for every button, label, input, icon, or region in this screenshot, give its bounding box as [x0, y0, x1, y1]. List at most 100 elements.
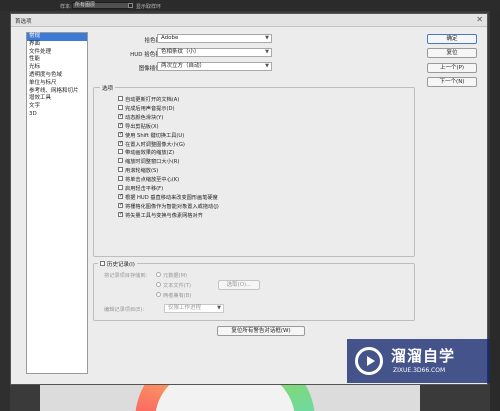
option-row[interactable]: 用滚轮缩放(S)	[118, 167, 158, 175]
category-item[interactable]: 界面	[27, 41, 87, 49]
ok-button[interactable]: 确定	[427, 34, 477, 44]
category-list: 常规 界面 文件处理 性能 光标 透明度与色域 单位与标尺 参考线、网格和切片 增效工具 文字 3D	[26, 32, 88, 374]
option-row[interactable]: ✓ 将栅格化图像作为智能对象置入或拖动(J)	[118, 202, 219, 211]
checkbox-checked-icon[interactable]: ✓	[118, 122, 123, 128]
checkbox-icon[interactable]	[118, 158, 123, 164]
close-icon[interactable]: ✕	[476, 15, 483, 24]
next-button[interactable]: 下一个(N)	[427, 77, 477, 87]
options-group-title: 选项	[100, 84, 116, 92]
radio-textfile-label: 文本文件(T)	[163, 283, 191, 289]
option-row[interactable]: 自动更新打开的文档(A)	[118, 96, 179, 104]
dialog-title: 首选项	[15, 19, 32, 25]
option-label: 使用 Shift 键切换工具(U)	[125, 132, 185, 139]
option-row[interactable]: 完成后用声音提示(D)	[118, 104, 175, 113]
checkbox-icon[interactable]	[118, 185, 123, 190]
interpolation-value: 两次立方（自动）	[161, 63, 206, 69]
options-list: 自动更新打开的文档(A) 完成后用声音提示(D) ✓ 动态颜色滑块(Y) ✓ 导出剪贴板(…	[118, 96, 408, 256]
checkbox-checked-icon[interactable]: ✓	[118, 202, 123, 208]
option-label: 缩放时调整窗口大小(R)	[125, 159, 180, 166]
option-label: 带动画效果的缩放(Z)	[125, 150, 175, 157]
option-label: 将单击点缩放至中心(K)	[125, 177, 180, 184]
option-row[interactable]: ✓ 导出剪贴板(X)	[118, 122, 159, 131]
photoshop-panel-strip	[490, 11, 500, 411]
checkbox-checked-icon[interactable]: ✓	[118, 211, 123, 217]
previous-button[interactable]: 上一个(P)	[427, 63, 477, 73]
sample-label: 样本:	[60, 4, 72, 10]
chevron-down-icon: ▼	[217, 305, 221, 311]
chevron-down-icon: ▼	[265, 63, 269, 69]
options-group: 选项 自动更新打开的文档(A) 完成后用声音提示(D) ✓ 动态颜色滑块(Y) ✓ 导出剪…	[93, 84, 415, 257]
watermark-badge: 溜溜自学 ZIXUE.3D66.COM	[347, 339, 490, 383]
checkbox-checked-icon[interactable]: ✓	[118, 113, 123, 119]
sample-dropdown[interactable]: 所有图层	[72, 2, 130, 9]
photoshop-toolbar	[0, 11, 10, 411]
chevron-down-icon: ▼	[265, 35, 269, 41]
option-label: 用滚轮缩放(S)	[125, 168, 159, 175]
show-ring-checkbox[interactable]	[128, 3, 133, 8]
category-item[interactable]: 3D	[27, 111, 87, 119]
interpolation-select[interactable]: 两次立方（自动） ▼	[157, 62, 272, 71]
option-row[interactable]: 将单击点缩放至中心(K)	[118, 176, 179, 184]
checkbox-icon[interactable]	[118, 149, 123, 155]
reset-button[interactable]: 复位	[427, 48, 477, 58]
option-label: 完成后用声音提示(D)	[125, 105, 175, 112]
category-item[interactable]: 常规	[27, 33, 87, 41]
radio-metadata[interactable]: 元数据(M)	[156, 272, 187, 279]
option-label: 将栅格化图像作为智能对象置入或拖动(J)	[125, 203, 219, 210]
save-to-label: 将记录项目存储到:	[104, 273, 148, 279]
radio-icon	[156, 282, 161, 287]
watermark-url: ZIXUE.3D66.COM	[393, 367, 446, 374]
play-logo-icon	[355, 347, 383, 375]
choose-file-button[interactable]: 选取(O)...	[218, 280, 260, 290]
category-item[interactable]: 单位与标尺	[27, 80, 87, 88]
checkbox-checked-icon[interactable]: ✓	[118, 193, 123, 199]
checkbox-checked-icon[interactable]: ✓	[118, 140, 123, 146]
option-row[interactable]: ✓ 动态颜色滑块(Y)	[118, 113, 164, 122]
radio-textfile[interactable]: 文本文件(T)	[156, 282, 191, 289]
watermark-title: 溜溜自学	[391, 347, 456, 365]
option-label: 根据 HUD 垂直移动来改变圆形画笔硬度	[125, 194, 218, 201]
checkbox-checked-icon[interactable]: ✓	[118, 131, 123, 137]
checkbox-icon[interactable]	[118, 104, 123, 110]
option-row[interactable]: 启用轻击平移(F)	[118, 185, 163, 193]
option-label: 在置入时调整图像大小(G)	[125, 141, 185, 148]
color-picker-select[interactable]: Adobe ▼	[157, 34, 272, 43]
radio-metadata-label: 元数据(M)	[163, 273, 188, 279]
reset-warnings-button[interactable]: 复位所有警告对话框(W)	[217, 326, 305, 336]
chevron-down-icon: ▼	[265, 49, 269, 55]
edit-log-value: 仅限工作进程	[168, 305, 202, 311]
history-title: 历史记录(I)	[107, 262, 135, 268]
edit-log-select[interactable]: 仅限工作进程 ▼	[164, 304, 224, 313]
checkbox-icon[interactable]	[118, 96, 123, 101]
category-item[interactable]: 增效工具	[27, 95, 87, 103]
option-label: 动态颜色滑块(Y)	[125, 114, 164, 121]
hud-picker-value: 色相条纹（小）	[161, 49, 200, 55]
preferences-dialog: 首选项 ✕ 常规 界面 文件处理 性能 光标 透明度与色域 单位与标尺 参考线、网格和切片 增效…	[10, 13, 488, 385]
radio-both[interactable]: 两者兼有(B)	[156, 292, 191, 299]
option-row[interactable]: ✓ 根据 HUD 垂直移动来改变圆形画笔硬度	[118, 193, 218, 202]
option-row[interactable]: ✓ 将矢量工具与变换与像素网格对齐	[118, 211, 203, 220]
checkbox-icon[interactable]	[118, 167, 123, 173]
show-ring-label: 显示取样环	[136, 4, 162, 10]
radio-icon	[156, 272, 161, 277]
radio-both-label: 两者兼有(B)	[163, 293, 192, 299]
hud-picker-select[interactable]: 色相条纹（小） ▼	[157, 48, 272, 57]
edit-log-label: 编辑记录项目(E):	[104, 307, 145, 313]
option-label: 启用轻击平移(F)	[125, 186, 164, 192]
category-item[interactable]: 文字	[27, 103, 87, 111]
category-item[interactable]: 光标	[27, 64, 87, 72]
option-row[interactable]: ✓ 在置入时调整图像大小(G)	[118, 140, 185, 149]
option-row[interactable]: 缩放时调整窗口大小(R)	[118, 158, 179, 166]
history-group: 历史记录(I) 将记录项目存储到: 元数据(M) 文本文件(T) 选取(O)..…	[93, 260, 415, 321]
option-label: 导出剪贴板(X)	[125, 123, 159, 130]
radio-icon	[156, 292, 161, 297]
history-checkbox[interactable]	[100, 261, 105, 266]
history-toggle[interactable]: 历史记录(I)	[98, 260, 137, 268]
checkbox-icon[interactable]	[118, 176, 123, 182]
option-row[interactable]: 带动画效果的缩放(Z)	[118, 149, 174, 157]
dialog-titlebar: 首选项 ✕	[11, 14, 487, 27]
category-item[interactable]: 透明度与色域	[27, 72, 87, 80]
option-row[interactable]: ✓ 使用 Shift 键切换工具(U)	[118, 131, 185, 140]
option-label: 自动更新打开的文档(A)	[125, 97, 180, 103]
play-icon	[367, 356, 375, 366]
